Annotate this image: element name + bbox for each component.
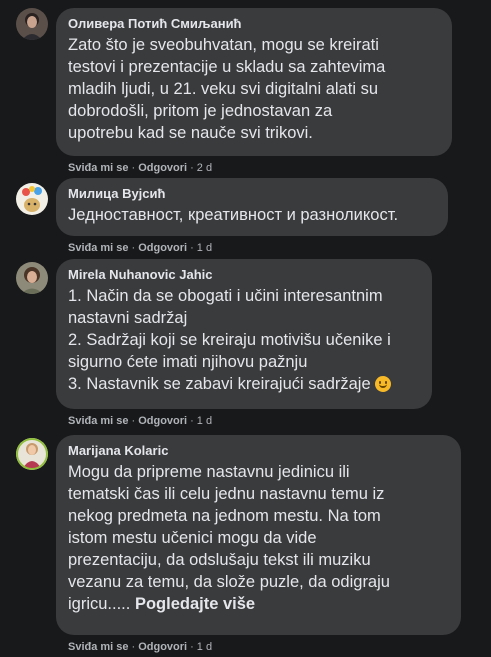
timestamp[interactable]: 2 d	[197, 162, 212, 174]
reply-button[interactable]: Odgovori	[138, 162, 187, 174]
separator: ·	[131, 162, 136, 174]
comment-author[interactable]: Marijana Kolaric	[68, 443, 449, 459]
comment-line-with-emoji: 3. Nastavnik se zabavi kreirajući sadrža…	[68, 373, 420, 395]
comment-actions: Sviđa mi se · Odgovori · 1 d	[68, 414, 212, 428]
comment-actions: Sviđa mi se · Odgovori · 1 d	[68, 241, 212, 255]
comment-line: nekog predmeta na jednom mestu. Na tom	[68, 507, 381, 525]
separator: ·	[131, 415, 136, 427]
comment-line: 2. Sadržaji koji se kreiraju motivišu uč…	[68, 331, 391, 349]
smiling-face-emoji-icon	[374, 376, 391, 392]
comment-actions: Sviđa mi se · Odgovori · 1 d	[68, 640, 212, 654]
like-button[interactable]: Sviđa mi se	[68, 415, 129, 427]
comment-line: tematski čas ili celu jednu nastavnu tem…	[68, 485, 385, 503]
avatar-photo-icon	[16, 438, 48, 470]
like-button[interactable]: Sviđa mi se	[68, 162, 129, 174]
comment-author[interactable]: Mirela Nuhanovic Jahic	[68, 267, 420, 283]
separator: ·	[131, 641, 136, 653]
comment-line: 3. Nastavnik se zabavi kreirajući sadrža…	[68, 375, 371, 393]
comment-line-with-see-more: igricu..... Pogledajte više	[68, 593, 449, 615]
comment-text: Zato što je sveobuhvatan, mogu se kreira…	[68, 34, 440, 144]
comment-line: vezanu za temu, da slože puzle, da odigr…	[68, 573, 390, 591]
reply-button[interactable]: Odgovori	[138, 415, 187, 427]
avatar[interactable]	[16, 8, 48, 40]
comment-bubble: Милица Вујсић Једноставност, креативност…	[56, 178, 448, 236]
comment-line: mladih ljudi, u 21. veku svi digitalni a…	[68, 80, 378, 98]
comment-bubble: Marijana Kolaric Mogu da pripreme nastav…	[56, 435, 461, 635]
comment-actions: Sviđa mi se · Odgovori · 2 d	[68, 161, 212, 175]
separator: ·	[190, 242, 194, 254]
avatar[interactable]	[16, 183, 48, 215]
comment-line: testovi i prezentacije u skladu sa zahte…	[68, 58, 386, 76]
separator: ·	[190, 162, 194, 174]
comment-text: Mogu da pripreme nastavnu jedinicu ili t…	[68, 461, 449, 615]
timestamp[interactable]: 1 d	[197, 242, 212, 254]
comment-line: igricu.....	[68, 595, 131, 613]
reply-button[interactable]: Odgovori	[138, 242, 187, 254]
comment-line: Zato što je sveobuhvatan, mogu se kreira…	[68, 36, 379, 54]
timestamp[interactable]: 1 d	[197, 415, 212, 427]
like-button[interactable]: Sviđa mi se	[68, 242, 129, 254]
separator: ·	[131, 242, 136, 254]
separator: ·	[190, 641, 194, 653]
comment-author[interactable]: Оливера Потић Смиљанић	[68, 16, 440, 32]
comment-line: istom mestu učenici mogu da vide	[68, 529, 317, 547]
comment-line: upotrebu kad se nauče svi trikovi.	[68, 124, 313, 142]
comment-bubble: Mirela Nuhanovic Jahic 1. Način da se ob…	[56, 259, 432, 409]
comment-line: Једноставност, креативност и разноликост…	[68, 206, 399, 224]
comment-bubble: Оливера Потић Смиљанић Zato što je sveob…	[56, 8, 452, 156]
comment-line: nastavni sadržaj	[68, 309, 188, 327]
avatar-photo-icon	[16, 262, 48, 294]
comment-text: Једноставност, креативност и разноликост…	[68, 204, 436, 226]
comment-line: dobrodošli, pritom je jednostavan za	[68, 102, 333, 120]
reply-button[interactable]: Odgovori	[138, 641, 187, 653]
comment-text: 1. Način da se obogati i učini interesan…	[68, 285, 420, 395]
comment-line: sigurno ćete imati njihovu pažnju	[68, 353, 308, 371]
avatar[interactable]	[16, 438, 48, 470]
see-more-link[interactable]: Pogledajte više	[135, 595, 255, 613]
avatar-photo-icon	[16, 8, 48, 40]
avatar-photo-icon	[16, 183, 48, 215]
like-button[interactable]: Sviđa mi se	[68, 641, 129, 653]
avatar[interactable]	[16, 262, 48, 294]
comment-line: prezentaciju, da odslušaju tekst ili muz…	[68, 551, 371, 569]
comment-author[interactable]: Милица Вујсић	[68, 186, 436, 202]
comment-line: 1. Način da se obogati i učini interesan…	[68, 287, 383, 305]
timestamp[interactable]: 1 d	[197, 641, 212, 653]
comment-line: Mogu da pripreme nastavnu jedinicu ili	[68, 463, 350, 481]
separator: ·	[190, 415, 194, 427]
